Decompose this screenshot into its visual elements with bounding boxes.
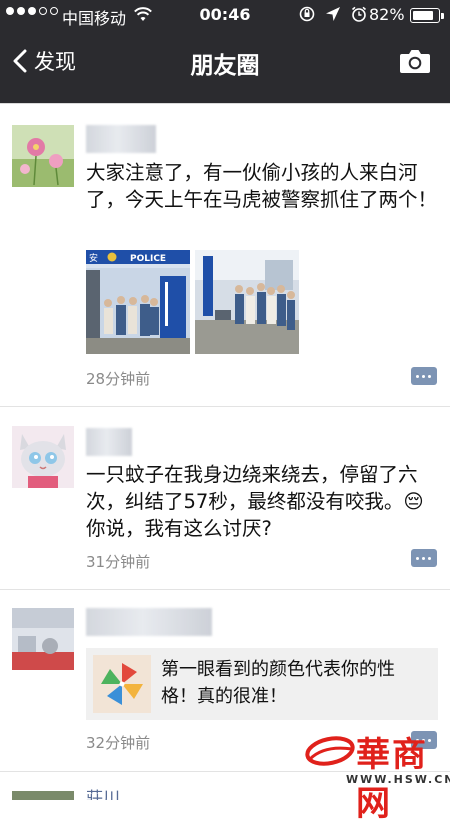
post-timestamp: 32分钟前 [86,734,151,752]
top-bar: 中国移动 00:46 82% 发现 朋友圈 [0,0,450,103]
watermark: 華商网 WWW.HSW.CN [302,727,450,824]
post-photo[interactable] [195,250,299,354]
username-blurred[interactable] [86,428,132,456]
moments-feed: 大家注意了，有一伙偷小孩的人来白河了，今天上午在马虎被警察抓住了两个！ POLI… [0,103,450,800]
orientation-lock-icon [299,6,315,22]
status-bar: 中国移动 00:46 82% [0,0,450,30]
username-blurred[interactable] [86,125,156,153]
navigation-bar: 发现 朋友圈 [0,30,450,103]
post-text: 大家注意了，有一伙偷小孩的人来白河了，今天上午在马虎被警察抓住了两个！ [86,161,438,211]
battery-percentage: 82% [369,5,405,24]
avatar[interactable] [12,426,74,488]
location-icon [326,7,340,21]
divider [0,103,450,104]
avatar[interactable] [12,791,74,800]
alarm-icon [351,6,367,22]
post-text-part: 你说，我有这么讨厌? [86,517,272,540]
police-sign-left-text: 安 [89,252,98,264]
post-text-part: 一只蚊子在我身边绕来绕去，停留了六次，纠结了57秒，最终都没有咬我。 [86,463,418,513]
divider [0,589,450,590]
post-photo[interactable]: POLICE 安 [86,250,190,354]
sad-face-emoji: 😔 [403,490,424,513]
username-blurred[interactable] [86,608,212,636]
watermark-url: WWW.HSW.CN [346,773,450,786]
watermark-logo-icon [305,736,355,766]
avatar[interactable] [12,608,74,670]
post-text: 一只蚊子在我身边绕来绕去，停留了六次，纠结了57秒，最终都没有咬我。😔 你说，我有… [86,461,438,542]
camera-icon[interactable] [399,48,431,74]
pinwheel-icon [93,655,151,713]
comment-icon[interactable] [411,367,437,385]
shared-link-card[interactable]: 第一眼看到的颜色代表你的性格！真的很准！ [86,648,438,720]
post-timestamp: 31分钟前 [86,553,151,571]
police-sign-text: POLICE [130,254,166,264]
divider [0,406,450,407]
page-title: 朋友圈 [190,53,260,79]
battery-icon [410,8,444,23]
post-timestamp: 28分钟前 [86,370,151,388]
shared-link-title: 第一眼看到的颜色代表你的性格！真的很准！ [161,659,395,707]
comment-icon[interactable] [411,549,437,567]
avatar[interactable] [12,125,74,187]
